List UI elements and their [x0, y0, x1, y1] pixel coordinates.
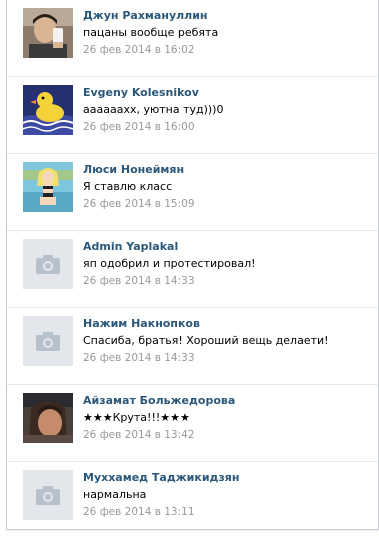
comment-author[interactable]: Нажим Накнопков: [83, 317, 200, 330]
comment-author[interactable]: Айзамат Больжедорова: [83, 394, 235, 407]
comment-author[interactable]: Evgeny Kolesnikov: [83, 86, 199, 99]
comment-date[interactable]: 26 фев 2014 в 15:09: [83, 198, 195, 210]
comment-date[interactable]: 26 фев 2014 в 16:00: [83, 121, 195, 133]
comment-item: Люси Нонеймян Я ставлю класс 26 фев 2014…: [7, 154, 378, 231]
comment-date[interactable]: 26 фев 2014 в 13:42: [83, 429, 195, 441]
camera-icon: [23, 239, 73, 289]
comment-text: Я ставлю класс: [83, 180, 173, 193]
comment-text: нармальна: [83, 488, 147, 501]
comment-date[interactable]: 26 фев 2014 в 14:33: [83, 352, 195, 364]
avatar[interactable]: [23, 316, 73, 366]
comment-text: ★★★Крута!!!★★★: [83, 411, 190, 424]
avatar[interactable]: [23, 85, 73, 135]
comment-date[interactable]: 26 фев 2014 в 14:33: [83, 275, 195, 287]
camera-icon: [23, 470, 73, 520]
comments-panel: Джун Рахмануллин пацаны вообще ребята 26…: [6, 0, 379, 530]
avatar[interactable]: [23, 239, 73, 289]
comment-item: Джун Рахмануллин пацаны вообще ребята 26…: [7, 0, 378, 77]
avatar[interactable]: [23, 393, 73, 443]
comment-item: Мухxамед Таджикидзян нармальна 26 фев 20…: [7, 462, 378, 538]
comment-item: Нажим Накнопков Спасиба, братья! Хороший…: [7, 308, 378, 385]
comment-item: Admin Yaplakal яп одобрил и протестирова…: [7, 231, 378, 308]
comment-date[interactable]: 26 фев 2014 в 16:02: [83, 44, 195, 56]
avatar[interactable]: [23, 162, 73, 212]
camera-icon: [23, 316, 73, 366]
comment-text: яп одобрил и протестировал!: [83, 257, 256, 270]
avatar[interactable]: [23, 470, 73, 520]
comment-author[interactable]: Джун Рахмануллин: [83, 9, 208, 22]
comment-item: Evgeny Kolesnikov аааааахх, уютна туд)))…: [7, 77, 378, 154]
avatar[interactable]: [23, 8, 73, 58]
comment-author[interactable]: Admin Yaplakal: [83, 240, 178, 253]
comment-date[interactable]: 26 фев 2014 в 13:11: [83, 506, 195, 518]
comment-text: аааааахх, уютна туд)))0: [83, 103, 224, 116]
cartoon-girl-photo: [23, 162, 73, 212]
rubber-duck-icon: [23, 85, 73, 135]
comment-text: пацаны вообще ребята: [83, 26, 219, 39]
comment-text: Спасиба, братья! Хороший вещь делаети!: [83, 334, 329, 347]
comment-item: Айзамат Больжедорова ★★★Крута!!!★★★ 26 ф…: [7, 385, 378, 462]
comment-author[interactable]: Люси Нонеймян: [83, 163, 184, 176]
comment-author[interactable]: Мухxамед Таджикидзян: [83, 471, 239, 484]
